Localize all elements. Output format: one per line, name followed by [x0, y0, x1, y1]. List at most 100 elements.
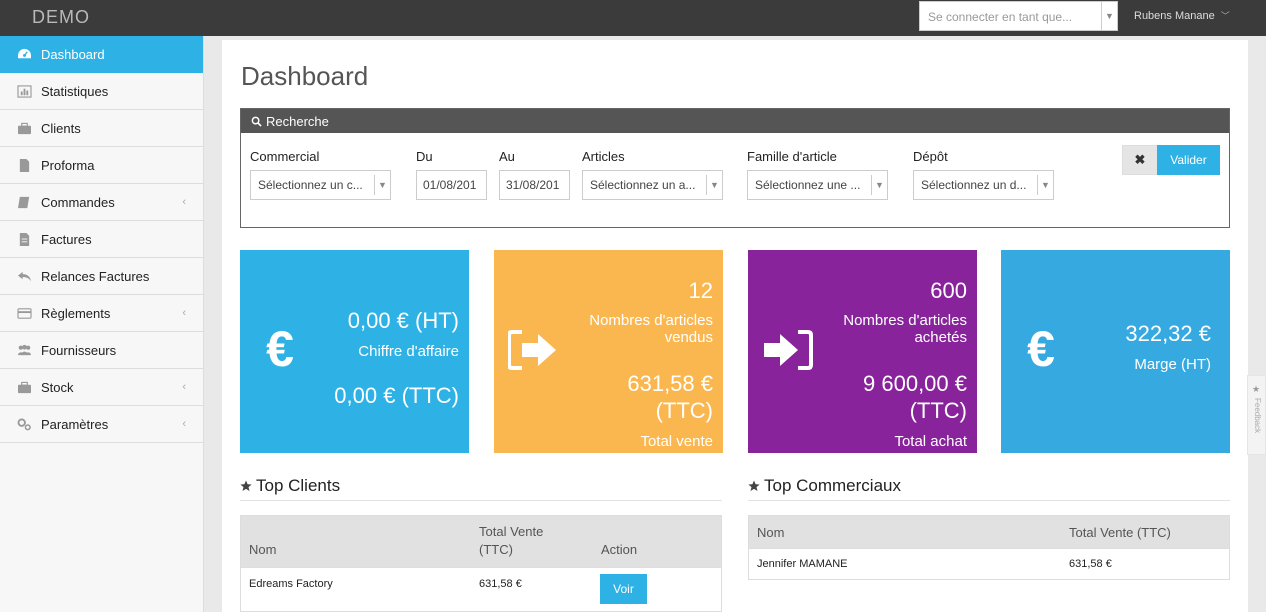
search-panel: Recherche Commercial Sélectionnez un c..… — [240, 108, 1230, 228]
divider — [748, 500, 1230, 501]
date-to-field: Au 31/08/201 — [499, 149, 570, 200]
top-clients-title-text: Top Clients — [256, 476, 341, 495]
sidebar-item-statistiques[interactable]: Statistiques — [0, 73, 203, 110]
bar-chart-icon — [16, 84, 32, 98]
credit-card-icon — [16, 306, 32, 320]
articles-select[interactable]: Sélectionnez un a... ▼ — [582, 170, 723, 200]
chevron-left-icon: ‹ — [182, 196, 186, 208]
search-icon — [251, 116, 262, 127]
bought-label-line2: achetés — [914, 329, 967, 346]
dashboard-icon — [16, 47, 32, 61]
table-header: Nom Total Vente (TTC) Action — [241, 516, 721, 567]
famille-field: Famille d'article Sélectionnez une ... ▼ — [747, 149, 888, 200]
bought-label-line1: Nombres d'articles — [843, 312, 967, 329]
top-navbar: DEMO Se connecter en tant que... ▼ Ruben… — [0, 0, 1266, 36]
impersonate-select[interactable]: Se connecter en tant que... ▼ — [919, 1, 1118, 31]
sidebar-item-clients[interactable]: Clients — [0, 110, 203, 147]
margin-card: € 322,32 € Marge (HT) — [1001, 250, 1230, 453]
chevron-left-icon: ‹ — [182, 418, 186, 430]
document-icon — [16, 158, 32, 172]
date-from-value: 01/08/201 — [423, 178, 477, 192]
sidebar-item-label: Paramètres — [41, 416, 109, 432]
svg-text:€: € — [266, 326, 294, 374]
revenue-card: € 0,00 € (HT) Chiffre d'affaire 0,00 € (… — [240, 250, 469, 453]
depot-select[interactable]: Sélectionnez un d... ▼ — [913, 170, 1054, 200]
sidebar-item-label: Stock — [41, 379, 74, 395]
purchases-amount: 9 600,00 € — [863, 371, 967, 396]
sidebar: Dashboard Statistiques Clients Proforma … — [0, 36, 204, 612]
divider — [240, 500, 722, 501]
gears-icon — [16, 417, 32, 431]
top-commerciaux-table: Nom Total Vente (TTC) Jennifer MAMANE 63… — [748, 515, 1230, 580]
sidebar-item-fournisseurs[interactable]: Fournisseurs — [0, 332, 203, 369]
euro-icon: € — [1015, 322, 1067, 378]
sidebar-item-label: Factures — [41, 231, 92, 247]
famille-label: Famille d'article — [747, 149, 837, 164]
column-header-name: Nom — [757, 525, 785, 540]
sidebar-item-commandes[interactable]: Commandes ‹ — [0, 184, 203, 221]
revenue-ttc: 0,00 € (TTC) — [334, 383, 459, 408]
column-header-total: Total Vente (TTC) — [1069, 525, 1171, 540]
star-icon — [748, 480, 760, 491]
feedback-label: Feedback — [1253, 398, 1262, 434]
svg-text:€: € — [1027, 326, 1055, 374]
sidebar-item-factures[interactable]: Factures — [0, 221, 203, 258]
date-to-label: Au — [499, 149, 515, 164]
brand-logo[interactable]: DEMO — [32, 7, 90, 28]
date-to-input[interactable]: 31/08/201 — [499, 170, 570, 200]
commercial-label: Commercial — [250, 149, 320, 164]
date-from-field: Du 01/08/201 — [416, 149, 487, 200]
view-client-button[interactable]: Voir — [600, 574, 647, 604]
famille-select[interactable]: Sélectionnez une ... ▼ — [747, 170, 888, 200]
caret-down-icon[interactable]: ▼ — [1101, 2, 1117, 30]
top-clients-title: Top Clients — [240, 476, 340, 496]
box-icon — [16, 380, 32, 394]
sidebar-item-dashboard[interactable]: Dashboard — [0, 36, 203, 73]
articles-select-value: Sélectionnez un a... — [590, 178, 696, 192]
sidebar-item-parametres[interactable]: Paramètres ‹ — [0, 406, 203, 443]
caret-down-icon: ▼ — [706, 175, 722, 195]
date-from-input[interactable]: 01/08/201 — [416, 170, 487, 200]
top-clients-table: Nom Total Vente (TTC) Action Edreams Fac… — [240, 515, 722, 612]
sidebar-item-reglements[interactable]: Règlements ‹ — [0, 295, 203, 332]
commercial-select[interactable]: Sélectionnez un c... ▼ — [250, 170, 391, 200]
search-panel-title: Recherche — [266, 113, 329, 129]
column-header-total-line1: Total Vente — [479, 524, 544, 539]
depot-field: Dépôt Sélectionnez un d... ▼ — [913, 149, 1054, 200]
star-icon — [240, 480, 252, 491]
sidebar-item-label: Fournisseurs — [41, 342, 117, 358]
user-menu[interactable]: Rubens Manane ﹀ — [1134, 9, 1230, 22]
reply-icon — [16, 269, 32, 283]
sidebar-item-label: Règlements — [41, 305, 111, 321]
feedback-tab[interactable]: ★ Feedback — [1247, 375, 1266, 455]
sold-label-line2: vendus — [664, 329, 713, 346]
caret-down-icon: ▼ — [1037, 175, 1053, 195]
sign-out-icon — [508, 322, 560, 378]
sidebar-item-relances-factures[interactable]: Relances Factures — [0, 258, 203, 295]
chevron-left-icon: ‹ — [182, 381, 186, 393]
caret-down-icon: ▼ — [374, 175, 390, 195]
invoice-icon — [16, 232, 32, 246]
clear-button[interactable]: ✖ — [1122, 145, 1158, 175]
depot-select-value: Sélectionnez un d... — [921, 178, 1027, 192]
sidebar-item-label: Statistiques — [41, 83, 109, 99]
bought-count: 600 — [930, 278, 967, 303]
validate-button[interactable]: Valider — [1157, 145, 1220, 175]
sidebar-item-label: Commandes — [41, 194, 115, 210]
sidebar-item-label: Clients — [41, 120, 81, 136]
sales-amount: 631,58 € — [627, 371, 713, 396]
revenue-ht: 0,00 € (HT) — [347, 308, 459, 333]
table-header: Nom Total Vente (TTC) — [749, 516, 1229, 548]
commercial-name: Jennifer MAMANE — [757, 558, 848, 570]
margin-label: Marge (HT) — [1134, 356, 1211, 373]
euro-icon: € — [254, 322, 306, 378]
revenue-label: Chiffre d'affaire — [358, 343, 459, 360]
sidebar-item-proforma[interactable]: Proforma — [0, 147, 203, 184]
depot-label: Dépôt — [913, 149, 948, 164]
client-name: Edreams Factory — [249, 578, 333, 590]
chevron-left-icon: ‹ — [182, 307, 186, 319]
column-header-name: Nom — [249, 542, 277, 557]
chevron-down-icon: ﹀ — [1220, 11, 1230, 21]
sidebar-item-stock[interactable]: Stock ‹ — [0, 369, 203, 406]
top-commerciaux-title-text: Top Commerciaux — [764, 476, 901, 495]
